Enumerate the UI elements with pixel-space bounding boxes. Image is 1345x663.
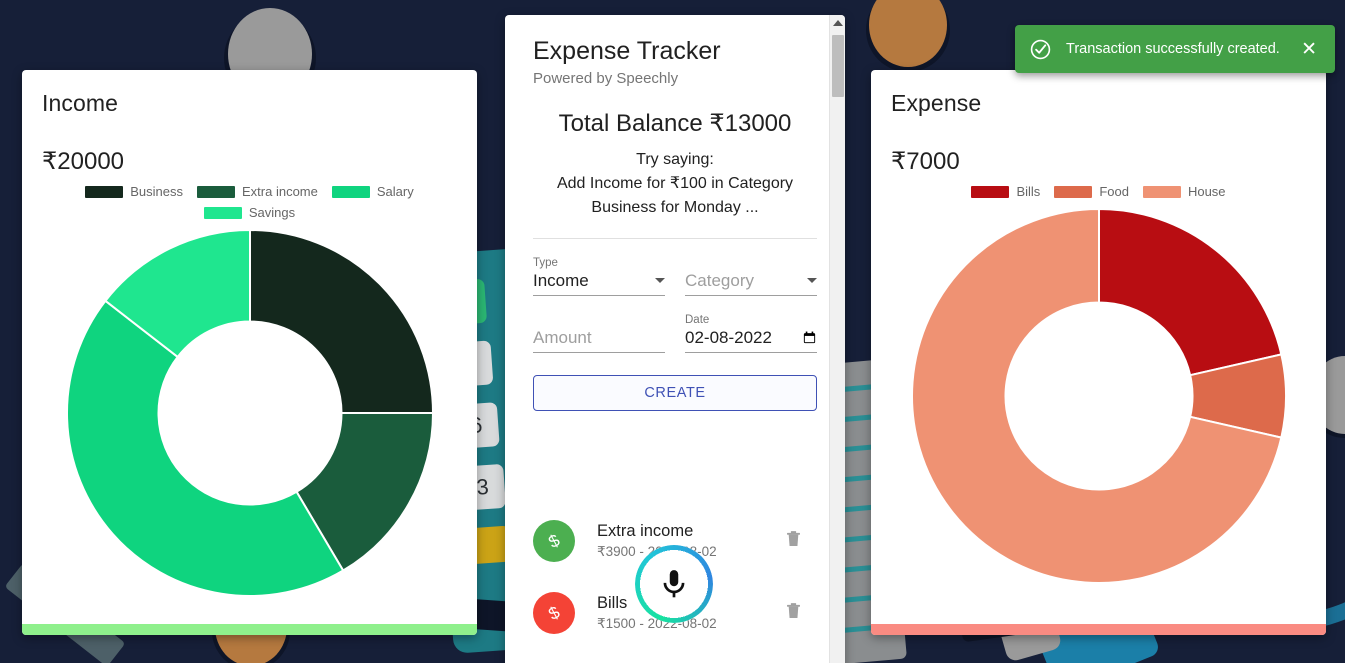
legend-swatch-icon (1142, 185, 1181, 198)
date-field-label: Date (685, 313, 710, 326)
legend-item[interactable]: Extra income (197, 184, 318, 199)
legend-item[interactable]: Food (1054, 184, 1129, 199)
amount-field-label (533, 314, 665, 328)
expense-card-accent-bar (871, 624, 1326, 635)
legend-item[interactable]: House (1142, 184, 1226, 199)
expense-donut-wrap (871, 207, 1326, 585)
form-row-amount-date: Amount Date 02-08-2022 (533, 314, 817, 353)
scroll-up-arrow-icon[interactable] (832, 20, 843, 26)
type-select-value: Income (533, 270, 589, 290)
try-saying-line-2: Business for Monday ... (591, 198, 759, 216)
scrollbar-thumb[interactable] (832, 35, 844, 97)
donut-slice-business[interactable] (248, 228, 434, 414)
transaction-list-scrollbar[interactable] (829, 15, 845, 663)
legend-label: Bills (1016, 184, 1041, 199)
delete-transaction-button[interactable] (783, 600, 811, 626)
expense-chart-legend: Bills Food House (871, 176, 1326, 199)
toast-message: Transaction successfully created. (1066, 41, 1280, 57)
microphone-ring (635, 545, 713, 623)
expense-card-title: Expense (891, 90, 982, 116)
try-saying-hint: Try saying: Add Income for ₹100 in Categ… (533, 148, 817, 220)
transaction-name: Extra income (597, 522, 694, 540)
income-card-accent-bar (22, 624, 477, 635)
app-subtitle: Powered by Speechly (533, 69, 679, 87)
legend-item[interactable]: Savings (203, 205, 296, 220)
type-field-label: Type (533, 256, 558, 269)
income-card: Income ₹20000 Business Extra income Salary… (22, 70, 477, 635)
app-title: Expense Tracker (533, 37, 721, 65)
income-money-icon: $ (533, 520, 575, 562)
income-donut-wrap (22, 228, 477, 598)
chevron-down-icon (655, 278, 665, 284)
form-row-type-category: Type Income Category (533, 257, 817, 296)
amount-input-placeholder: Amount (533, 327, 592, 347)
svg-text:$: $ (545, 602, 563, 624)
legend-label: Extra income (242, 184, 318, 199)
svg-text:$: $ (545, 530, 563, 552)
chevron-down-icon (807, 278, 817, 284)
legend-swatch-icon (203, 206, 242, 219)
donut-slice-bills[interactable] (1097, 207, 1283, 377)
donut-slice-salary[interactable] (65, 299, 345, 597)
legend-label: Salary (376, 184, 414, 199)
expense-card-amount: ₹7000 (891, 148, 960, 175)
toast-close-icon[interactable]: ✕ (1297, 38, 1321, 61)
legend-swatch-icon (331, 185, 370, 198)
total-balance: Total Balance ₹13000 (558, 109, 792, 137)
income-card-amount: ₹20000 (42, 148, 125, 175)
income-donut-chart (65, 228, 434, 597)
category-field-label (685, 257, 817, 271)
legend-item[interactable]: Business (85, 184, 183, 199)
section-divider (533, 237, 817, 239)
try-saying-label: Try saying: (636, 150, 714, 168)
legend-swatch-icon (1054, 185, 1093, 198)
microphone-button[interactable] (635, 545, 713, 623)
expense-donut-chart (910, 207, 1287, 584)
try-saying-line-1: Add Income for ₹100 in Category (556, 174, 794, 192)
legend-label: Food (1099, 184, 1129, 199)
amount-field[interactable]: Amount (533, 314, 665, 353)
date-field[interactable]: Date 02-08-2022 (685, 314, 817, 353)
legend-label: House (1187, 184, 1226, 199)
income-chart-legend: Business Extra income Salary Savings (22, 176, 477, 220)
create-button[interactable]: CREATE (533, 374, 817, 411)
category-select-value: Category (685, 270, 754, 290)
toast-notification: Transaction successfully created. ✕ (1015, 25, 1335, 73)
coin-graphic (866, 0, 950, 72)
legend-swatch-icon (85, 185, 124, 198)
delete-transaction-button[interactable] (783, 528, 811, 554)
legend-label: Savings (248, 205, 296, 220)
date-input-value: 02-08-2022 (685, 327, 772, 347)
check-circle-icon (1030, 39, 1051, 59)
legend-item[interactable]: Bills (971, 184, 1040, 199)
legend-swatch-icon (971, 185, 1010, 198)
calendar-icon[interactable] (802, 330, 817, 345)
legend-swatch-icon (197, 185, 235, 198)
category-field[interactable]: Category (685, 257, 817, 296)
legend-label: Business (130, 184, 183, 199)
income-card-title: Income (42, 90, 119, 116)
type-field[interactable]: Type Income (533, 257, 665, 296)
expense-money-icon: $ (533, 592, 575, 634)
expense-card: Expense ₹7000 Bills Food House (871, 70, 1326, 635)
legend-item[interactable]: Salary (331, 184, 414, 199)
